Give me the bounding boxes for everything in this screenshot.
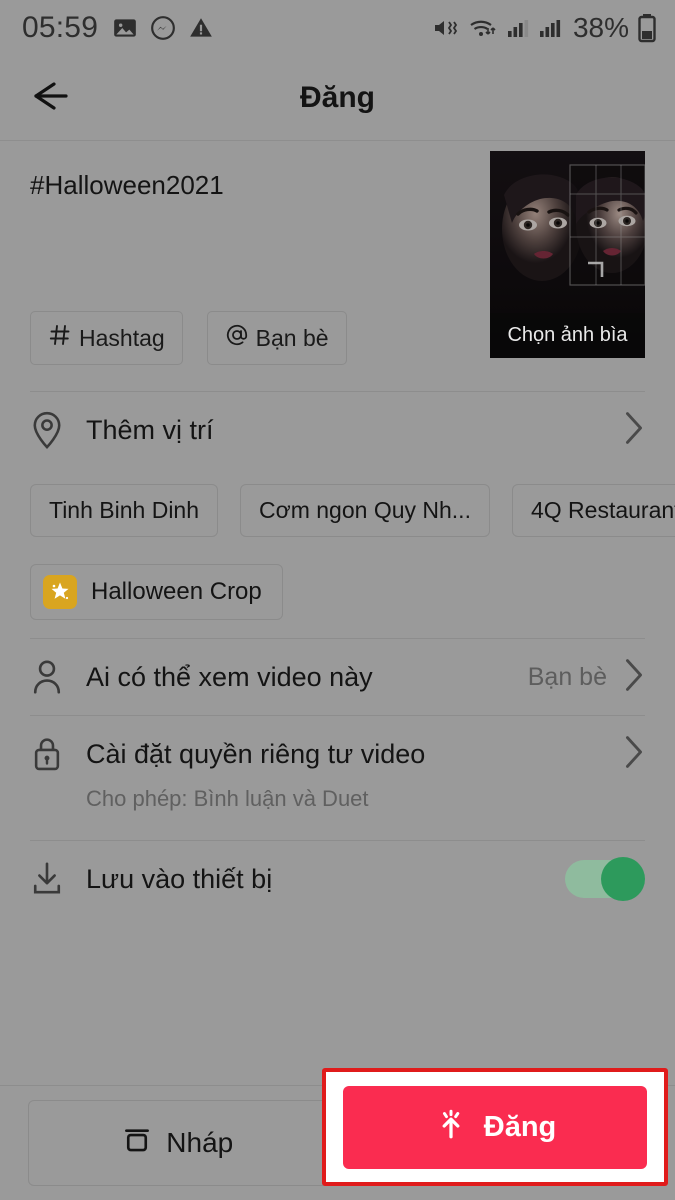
wifi-icon	[468, 15, 498, 41]
add-location-label: Thêm vị trí	[86, 414, 214, 445]
lock-icon	[30, 735, 86, 773]
caption-tools: Hashtag Bạn bè	[30, 311, 347, 365]
location-chip[interactable]: Tinh Binh Dinh	[30, 483, 219, 537]
choose-cover-label: Chọn ảnh bìa	[490, 313, 645, 358]
toggle-knob	[601, 857, 645, 901]
warning-icon	[188, 15, 214, 41]
effect-label: Halloween Crop	[91, 578, 262, 605]
chevron-right-icon	[623, 735, 645, 774]
add-location-row[interactable]: Thêm vị trí	[0, 392, 675, 468]
mention-friends-button[interactable]: Bạn bè	[206, 311, 347, 365]
hashtag-label: Hashtag	[79, 324, 165, 351]
at-mention-icon	[225, 323, 249, 353]
post-label: Đăng	[483, 1111, 557, 1143]
post-button[interactable]: Đăng	[343, 1086, 647, 1169]
battery-icon	[637, 13, 657, 43]
caption-input[interactable]: #Halloween2021	[30, 169, 450, 203]
person-icon	[30, 659, 86, 695]
back-arrow-icon	[24, 76, 72, 121]
mention-label: Bạn bè	[255, 324, 329, 351]
visibility-value: Bạn bè	[527, 662, 607, 691]
privacy-label: Cài đặt quyền riêng tư video	[86, 738, 426, 769]
location-suggestions[interactable]: Tinh Binh Dinh Cơm ngon Quy Nh... 4Q Res…	[0, 468, 675, 542]
hashtag-button[interactable]: Hashtag	[30, 311, 183, 365]
status-time: 05:59	[22, 11, 99, 44]
draft-label: Nháp	[166, 1127, 234, 1158]
chevron-right-icon	[623, 411, 645, 450]
status-bar: 05:59 38%	[0, 0, 675, 56]
messenger-icon	[150, 15, 176, 41]
page-title: Đăng	[300, 81, 375, 114]
location-chip[interactable]: Cơm ngon Quy Nh...	[240, 483, 490, 537]
app-header: Đăng	[0, 56, 675, 141]
save-to-device-toggle[interactable]	[565, 857, 645, 901]
location-pin-icon	[30, 411, 86, 449]
location-chip[interactable]: 4Q Restaurant	[511, 483, 675, 537]
visibility-label: Ai có thể xem video này	[86, 661, 373, 692]
signal-icon-1	[506, 16, 530, 40]
battery-percent: 38%	[572, 12, 629, 43]
download-icon	[30, 861, 86, 897]
save-to-device-label: Lưu vào thiết bị	[86, 863, 273, 894]
video-privacy-row[interactable]: Cài đặt quyền riêng tư video	[0, 716, 675, 792]
caption-section: #Halloween2021 Hashtag Bạn bè Chọn ảnh b…	[0, 141, 675, 391]
photo-icon	[112, 15, 138, 41]
privacy-sublabel: Cho phép: Bình luận và Duet	[86, 786, 369, 811]
sparkle-star-icon	[43, 575, 77, 609]
mute-vibrate-icon	[432, 15, 460, 41]
draft-button[interactable]: Nháp	[28, 1100, 328, 1186]
hashtag-icon	[48, 323, 72, 353]
signal-icon-2	[538, 16, 562, 40]
save-to-device-row[interactable]: Lưu vào thiết bị	[0, 841, 675, 917]
back-button[interactable]	[10, 56, 86, 140]
post-upload-icon	[434, 1107, 468, 1149]
video-visibility-row[interactable]: Ai có thể xem video này Bạn bè	[0, 639, 675, 715]
effect-section: Halloween Crop	[0, 542, 675, 638]
chevron-right-icon	[623, 658, 645, 697]
draft-box-icon	[122, 1125, 152, 1162]
cover-thumbnail[interactable]: Chọn ảnh bìa	[490, 151, 645, 358]
effect-chip-halloween-crop[interactable]: Halloween Crop	[30, 564, 283, 620]
